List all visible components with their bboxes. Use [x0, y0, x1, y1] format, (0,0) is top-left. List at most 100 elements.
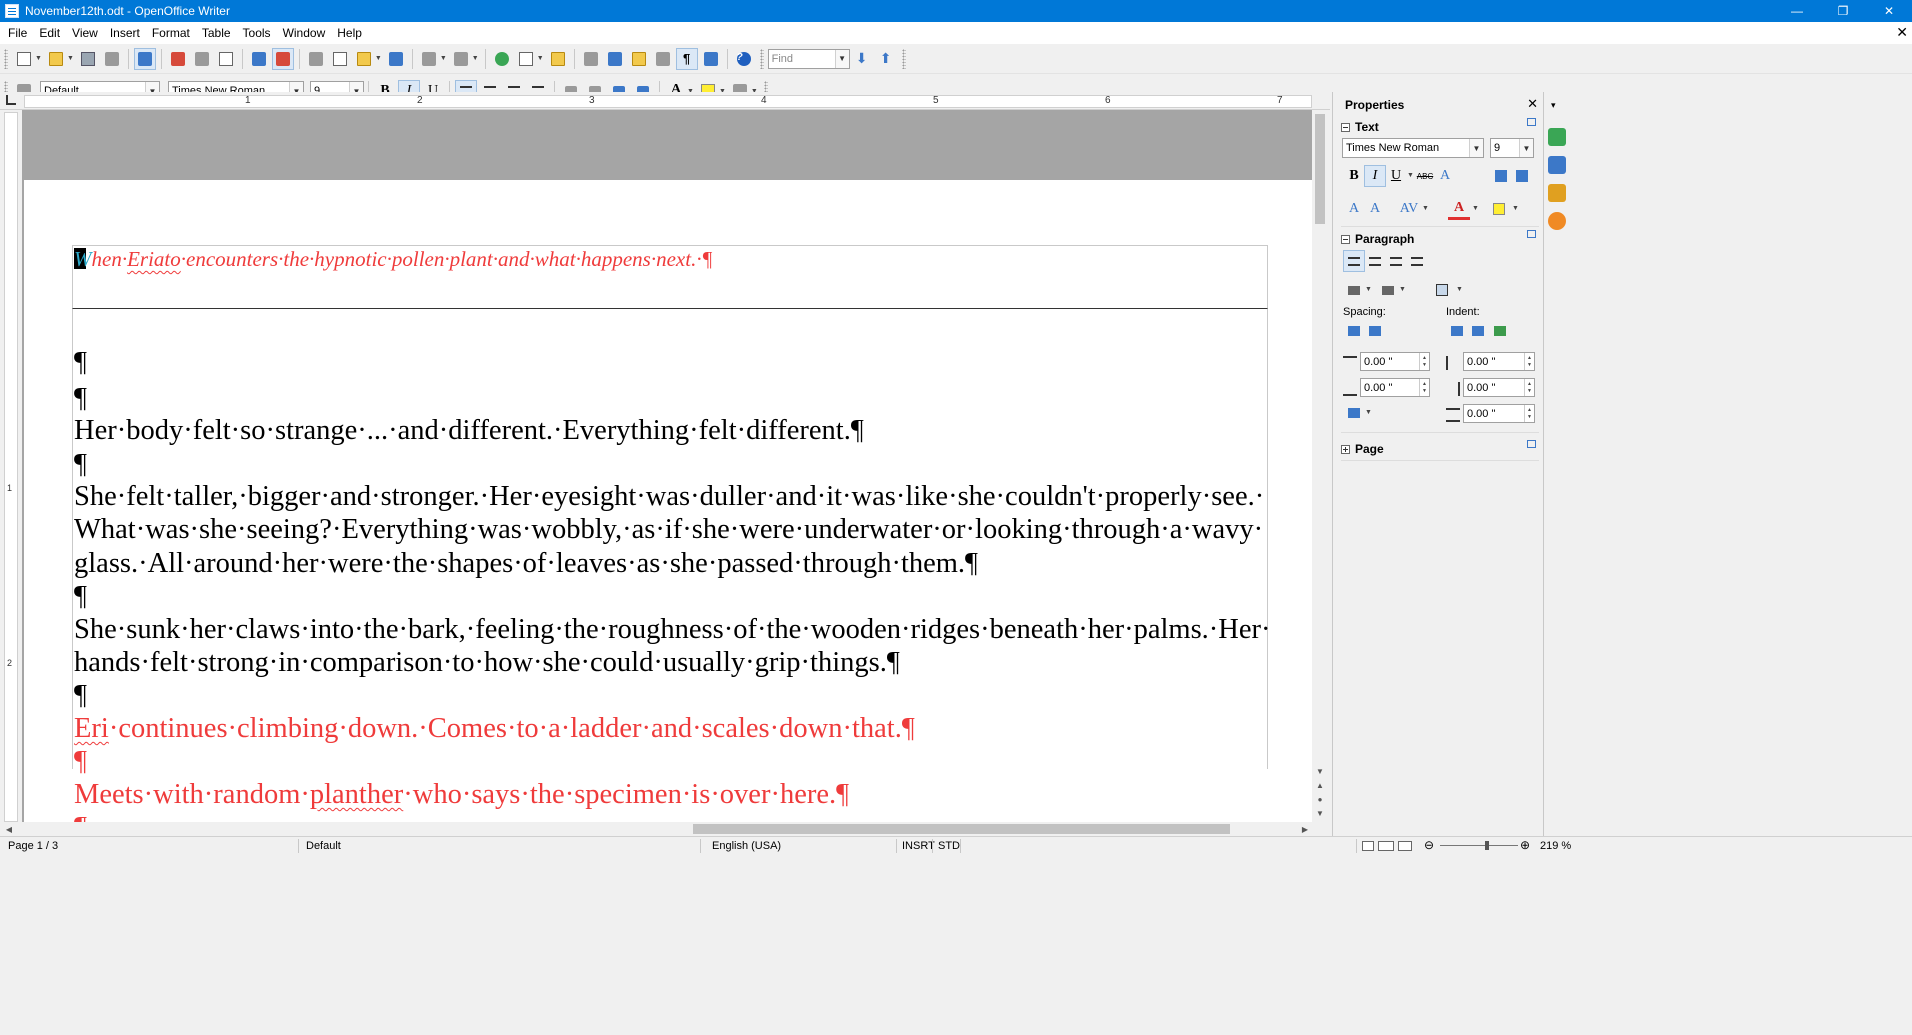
navigator-deck-icon[interactable]: [1548, 212, 1566, 230]
redo-dropdown-icon[interactable]: ▼: [472, 55, 479, 62]
sidebar-font-color-dropdown-icon[interactable]: ▼: [1472, 205, 1479, 212]
document-paragraph-red[interactable]: ¶: [74, 811, 87, 822]
horizontal-ruler[interactable]: 1 2 3 4 5 6 7: [24, 95, 1312, 108]
print-icon[interactable]: [191, 48, 213, 70]
clone-formatting-icon[interactable]: [385, 48, 407, 70]
zoom-in-icon[interactable]: ⊕: [1520, 838, 1530, 852]
increase-font-icon[interactable]: [1490, 165, 1512, 187]
vertical-ruler[interactable]: 1 2: [4, 112, 18, 822]
spin-buttons-icon[interactable]: ▲ ▼: [1524, 405, 1534, 422]
cut-icon[interactable]: [305, 48, 327, 70]
text-section-header[interactable]: Text: [1341, 120, 1379, 134]
sidebar-highlighting-dropdown-icon[interactable]: ▼: [1512, 205, 1519, 212]
close-document-icon[interactable]: ✕: [1896, 24, 1908, 41]
document-paragraph[interactable]: ¶: [74, 448, 87, 481]
tab-stop-selector[interactable]: [6, 95, 16, 105]
sidebar-bold-button[interactable]: B: [1343, 165, 1365, 187]
menu-insert[interactable]: Insert: [104, 22, 146, 44]
find-replace-icon[interactable]: [580, 48, 602, 70]
sidebar-align-center-icon[interactable]: [1364, 250, 1386, 272]
save-icon[interactable]: [77, 48, 99, 70]
find-previous-icon[interactable]: ⬆: [875, 48, 897, 70]
line-spacing-dropdown-icon[interactable]: ▼: [1365, 409, 1372, 416]
open-dropdown-icon[interactable]: ▼: [67, 55, 74, 62]
bullets-dropdown-icon[interactable]: ▼: [1365, 286, 1372, 293]
vertical-scrollbar[interactable]: ▼ ▲ ● ▼: [1312, 110, 1328, 822]
styles-deck-icon[interactable]: [1548, 156, 1566, 174]
paragraph-section-header[interactable]: Paragraph: [1341, 232, 1414, 246]
increase-spacing-icon[interactable]: [1343, 320, 1365, 342]
page-style-status[interactable]: Default: [306, 840, 341, 852]
multi-page-view-icon[interactable]: [1378, 841, 1394, 851]
language-status[interactable]: English (USA): [712, 840, 781, 852]
scroll-right-arrow-icon[interactable]: ▶: [1298, 822, 1312, 836]
menu-tools[interactable]: Tools: [237, 22, 277, 44]
horizontal-scroll-thumb[interactable]: [693, 824, 1230, 834]
document-paragraph[interactable]: She·felt·taller,·bigger·and·stronger.·He…: [74, 480, 1264, 513]
hyperlink-icon[interactable]: [491, 48, 513, 70]
sidebar-align-left-icon[interactable]: [1343, 250, 1365, 272]
table-icon[interactable]: [515, 48, 537, 70]
menu-edit[interactable]: Edit: [33, 22, 66, 44]
close-window-button[interactable]: ✕: [1866, 0, 1912, 22]
document-paragraph[interactable]: ¶: [74, 580, 87, 613]
document-paragraph[interactable]: ¶: [74, 679, 87, 712]
line-spacing-icon[interactable]: [1343, 402, 1365, 424]
sidebar-numbering-icon[interactable]: [1377, 279, 1399, 301]
menu-view[interactable]: View: [66, 22, 104, 44]
properties-deck-icon[interactable]: [1548, 128, 1566, 146]
sidebar-align-right-icon[interactable]: [1385, 250, 1407, 272]
auto-spellcheck-icon[interactable]: [271, 47, 294, 70]
paragraph-more-options-icon[interactable]: [1527, 230, 1536, 238]
character-spacing-dropdown-icon[interactable]: ▼: [1422, 205, 1429, 212]
below-paragraph-spacing-input[interactable]: 0.00 " ▲ ▼: [1360, 378, 1430, 397]
above-paragraph-spacing-input[interactable]: 0.00 " ▲ ▼: [1360, 352, 1430, 371]
sidebar-increase-indent-icon[interactable]: [1446, 320, 1468, 342]
show-draw-functions-icon[interactable]: [547, 48, 569, 70]
spin-buttons-icon[interactable]: ▲ ▼: [1419, 379, 1429, 396]
vertical-scroll-thumb[interactable]: [1315, 114, 1325, 224]
undo-dropdown-icon[interactable]: ▼: [440, 55, 447, 62]
document-paragraph[interactable]: Her·body·felt·so·strange·...·and·differe…: [74, 414, 864, 447]
find-input[interactable]: Find ▼: [767, 48, 850, 69]
first-line-indent-input[interactable]: 0.00 " ▲ ▼: [1463, 404, 1535, 423]
menu-table[interactable]: Table: [196, 22, 237, 44]
gallery-deck-icon[interactable]: [1548, 184, 1566, 202]
paste-icon[interactable]: [353, 48, 375, 70]
find-next-icon[interactable]: ⬇: [851, 48, 873, 70]
paste-dropdown-icon[interactable]: ▼: [375, 55, 382, 62]
email-icon[interactable]: [101, 48, 123, 70]
numbering-dropdown-icon[interactable]: ▼: [1399, 286, 1406, 293]
sidebar-font-color-icon[interactable]: A: [1448, 198, 1470, 220]
single-page-view-icon[interactable]: [1362, 841, 1374, 851]
decrease-font-icon[interactable]: [1511, 165, 1533, 187]
help-icon[interactable]: ?: [733, 48, 755, 70]
print-preview-icon[interactable]: [215, 48, 237, 70]
sidebar-font-size-select[interactable]: 9 ▼: [1490, 138, 1534, 158]
new-document-icon[interactable]: [13, 48, 35, 70]
undo-icon[interactable]: [418, 48, 440, 70]
table-dropdown-icon[interactable]: ▼: [537, 55, 544, 62]
previous-page-icon[interactable]: ▲: [1312, 778, 1328, 792]
document-paragraph[interactable]: glass.·All·around·her·were·the·shapes·of…: [74, 547, 978, 580]
sidebar-bullets-icon[interactable]: [1343, 279, 1365, 301]
open-folder-icon[interactable]: [45, 48, 67, 70]
new-dropdown-icon[interactable]: ▼: [35, 55, 42, 62]
formatting-marks-icon[interactable]: ¶: [675, 47, 698, 70]
superscript-icon[interactable]: A: [1343, 198, 1365, 220]
sidebar-close-icon[interactable]: ✕: [1527, 96, 1538, 112]
paragraph-background-icon[interactable]: [1431, 279, 1453, 301]
menu-format[interactable]: Format: [146, 22, 196, 44]
shadow-icon[interactable]: A: [1434, 165, 1456, 187]
sidebar-highlighting-icon[interactable]: [1488, 198, 1510, 220]
zoom-level-status[interactable]: 219 %: [1540, 840, 1571, 852]
gallery-icon[interactable]: [628, 48, 650, 70]
sidebar-font-name-select[interactable]: Times New Roman ▼: [1342, 138, 1484, 158]
insert-mode-status[interactable]: INSRT: [902, 840, 935, 852]
document-paragraph[interactable]: What·was·she·seeing?·Everything·was·wobb…: [74, 513, 1263, 546]
next-page-icon[interactable]: ▼: [1312, 806, 1328, 820]
sidebar-font-name-dropdown-icon[interactable]: ▼: [1469, 139, 1483, 157]
redo-icon[interactable]: [450, 48, 472, 70]
character-spacing-icon[interactable]: AV: [1398, 198, 1420, 220]
page-section-header[interactable]: Page: [1341, 442, 1384, 456]
